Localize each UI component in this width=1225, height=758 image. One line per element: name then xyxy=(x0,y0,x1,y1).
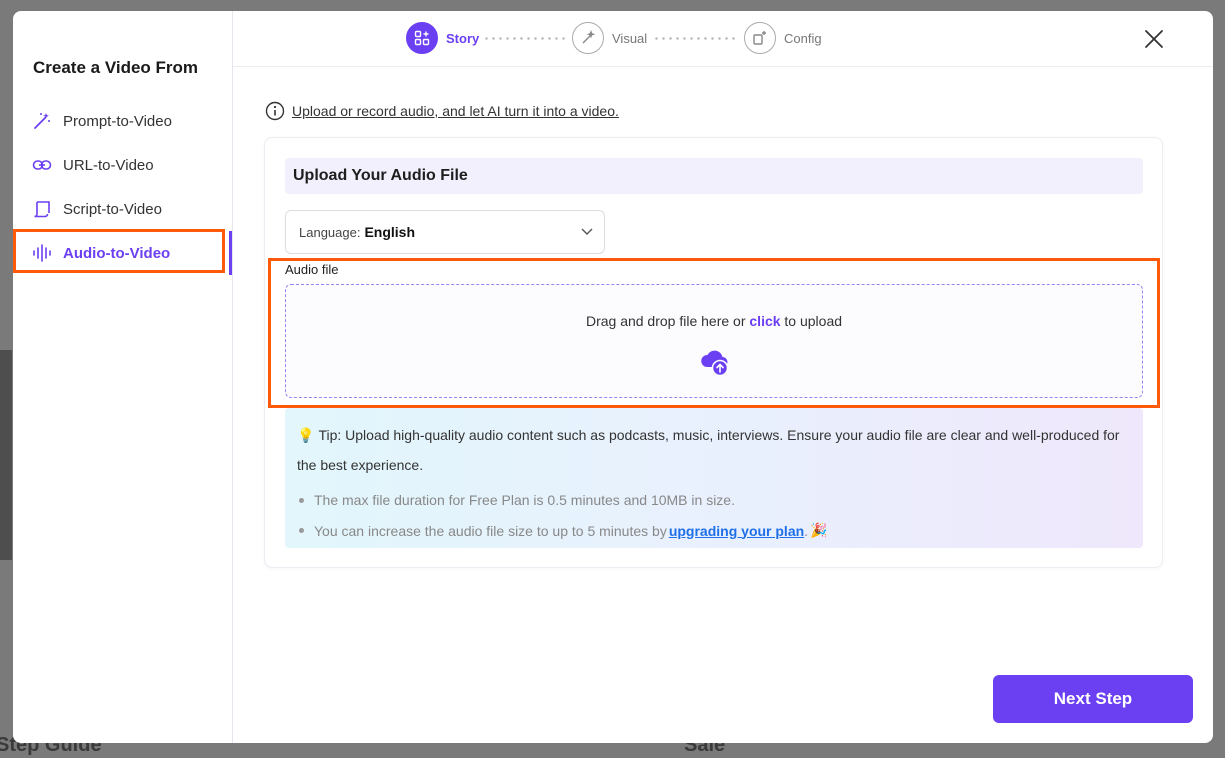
visual-icon xyxy=(572,22,604,54)
sidebar-item-url-to-video[interactable]: URL-to-Video xyxy=(27,145,223,185)
step-config[interactable]: Config xyxy=(744,22,822,54)
upgrade-plan-link[interactable]: upgrading your plan xyxy=(669,523,804,539)
story-icon xyxy=(406,22,438,54)
language-select[interactable]: Language: English xyxy=(285,210,605,254)
background-panel xyxy=(0,350,12,560)
tip-bullet: You can increase the audio file size to … xyxy=(299,522,828,539)
scroll-icon xyxy=(31,198,53,220)
info-line[interactable]: Upload or record audio, and let AI turn … xyxy=(265,101,619,121)
step-label: Visual xyxy=(612,30,648,46)
stepper-header: Story Visual Config xyxy=(233,11,1213,67)
tip-bullet-text: You can increase the audio file size to … xyxy=(314,522,667,539)
step-connector xyxy=(653,37,737,40)
active-indicator xyxy=(229,231,232,275)
close-icon xyxy=(1145,30,1163,48)
close-button[interactable] xyxy=(1141,26,1167,52)
card-title: Upload Your Audio File xyxy=(285,158,1143,194)
info-link[interactable]: Upload or record audio, and let AI turn … xyxy=(292,103,619,119)
tip-bullet-text: The max file duration for Free Plan is 0… xyxy=(314,492,735,508)
sidebar-item-label: Prompt-to-Video xyxy=(63,112,172,130)
celebration-icon: 🎉 xyxy=(810,522,828,538)
language-label: Language: xyxy=(299,224,361,240)
sidebar-item-prompt-to-video[interactable]: Prompt-to-Video xyxy=(27,101,223,141)
highlight-box-drop-zone xyxy=(268,258,1160,408)
sidebar: Create a Video From Prompt-to-Video URL-… xyxy=(13,11,233,743)
lightbulb-icon: 💡 xyxy=(297,427,315,443)
highlight-box-sidebar xyxy=(13,229,225,273)
tip-text: 💡 Tip: Upload high-quality audio content … xyxy=(297,420,1137,480)
bullet-dot xyxy=(299,528,304,533)
step-connector xyxy=(483,37,565,40)
step-story[interactable]: Story xyxy=(406,22,479,54)
tip-bullet: The max file duration for Free Plan is 0… xyxy=(299,492,735,508)
tip-main-text: Tip: Upload high-quality audio content s… xyxy=(297,427,1120,473)
language-value: English xyxy=(364,224,416,240)
create-video-modal: Create a Video From Prompt-to-Video URL-… xyxy=(13,11,1213,743)
config-icon xyxy=(744,22,776,54)
link-icon xyxy=(31,154,53,176)
sidebar-title: Create a Video From xyxy=(33,58,199,77)
magic-wand-icon xyxy=(31,110,53,132)
sidebar-item-label: URL-to-Video xyxy=(63,156,154,174)
step-label: Config xyxy=(784,30,822,46)
step-visual[interactable]: Visual xyxy=(572,22,647,54)
bullet-dot xyxy=(299,497,304,503)
step-label: Story xyxy=(446,30,480,46)
info-icon xyxy=(265,101,285,121)
sidebar-item-label: Script-to-Video xyxy=(63,200,162,218)
tip-box: 💡 Tip: Upload high-quality audio content … xyxy=(285,408,1143,548)
tip-bullet-end: . xyxy=(804,522,809,539)
chevron-down-icon xyxy=(581,228,593,235)
sidebar-item-script-to-video[interactable]: Script-to-Video xyxy=(27,189,223,229)
next-step-button[interactable]: Next Step xyxy=(993,675,1193,723)
